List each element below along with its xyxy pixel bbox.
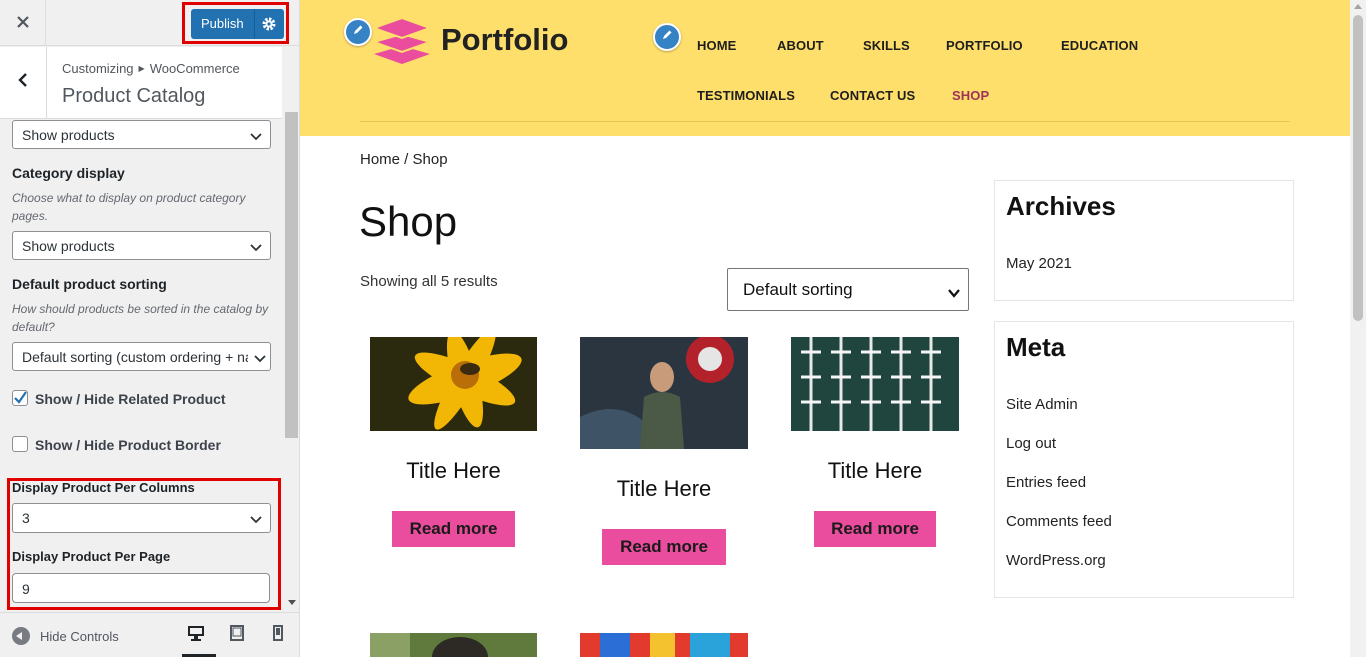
mobile-icon [273, 624, 283, 646]
category-display-label: Category display [12, 165, 125, 181]
desktop-preview-button[interactable] [182, 623, 210, 647]
breadcrumb: Customizing ▶ WooCommerce [62, 61, 240, 76]
section-header: Customizing ▶ WooCommerce Product Catalog [0, 47, 282, 119]
product-title[interactable]: Title Here [580, 476, 748, 502]
product-title[interactable]: Title Here [791, 458, 959, 484]
per-columns-page-highlight [7, 478, 281, 610]
site-header: Portfolio HOME ABOUT SKILLS PORTFOLIO ED… [300, 0, 1350, 136]
category-display-select[interactable]: Show products [12, 231, 271, 260]
scrollbar-thumb[interactable] [285, 112, 298, 438]
meta-link-site-admin[interactable]: Site Admin [1006, 396, 1078, 413]
page-title: Shop [359, 198, 458, 245]
nav-skills[interactable]: SKILLS [863, 38, 910, 53]
chevron-down-icon [250, 129, 262, 141]
product-card: Title Here Read more [370, 337, 537, 552]
pencil-icon [352, 23, 364, 41]
widget-title: Archives [1006, 191, 1116, 221]
related-product-checkbox[interactable] [12, 390, 28, 406]
chevron-down-icon [248, 351, 270, 363]
nav-contact[interactable]: CONTACT US [830, 88, 915, 103]
read-more-button[interactable]: Read more [814, 511, 936, 547]
chevron-down-icon [250, 240, 262, 252]
triangle-right-icon: ▶ [138, 64, 145, 73]
logo-icon[interactable] [370, 14, 434, 66]
tablet-icon [230, 624, 244, 646]
meta-link-wordpress[interactable]: WordPress.org [1006, 552, 1106, 569]
product-image[interactable] [370, 337, 537, 431]
category-display-description: Choose what to display on product catego… [12, 191, 246, 223]
widget-title: Meta [1006, 332, 1066, 362]
meta-link-entries-feed[interactable]: Entries feed [1006, 474, 1086, 491]
preview-scrollbar[interactable] [1350, 0, 1366, 657]
shop-breadcrumb[interactable]: Home / Shop [360, 151, 448, 168]
nav-home[interactable]: HOME [697, 38, 736, 53]
product-card [580, 633, 748, 657]
read-more-button[interactable]: Read more [392, 511, 515, 547]
nav-testimonials[interactable]: TESTIMONIALS [697, 88, 795, 103]
product-image[interactable] [370, 633, 537, 657]
edit-logo-shortcut[interactable] [344, 18, 372, 46]
nav-portfolio[interactable]: PORTFOLIO [946, 38, 1023, 53]
section-title: Product Catalog [62, 85, 206, 107]
scroll-up-icon[interactable] [1354, 4, 1362, 9]
collapse-icon [12, 627, 30, 645]
nav-about[interactable]: ABOUT [777, 38, 824, 53]
shop-page-display-select[interactable]: Show products [12, 120, 271, 149]
meta-link-log-out[interactable]: Log out [1006, 435, 1056, 452]
header-divider [360, 121, 1290, 122]
meta-link-comments-feed[interactable]: Comments feed [1006, 513, 1112, 530]
hide-controls-button[interactable]: Hide Controls [12, 627, 119, 645]
edit-menu-shortcut[interactable] [653, 23, 681, 51]
read-more-button[interactable]: Read more [602, 529, 726, 565]
product-border-label[interactable]: Show / Hide Product Border [35, 437, 221, 453]
product-image[interactable] [580, 337, 748, 449]
product-card [370, 633, 537, 657]
product-card: Title Here Read more [580, 337, 748, 570]
gear-icon[interactable] [259, 13, 279, 33]
close-icon [16, 12, 30, 35]
product-image[interactable] [791, 337, 959, 431]
mobile-preview-button[interactable] [264, 623, 292, 647]
product-title[interactable]: Title Here [370, 458, 537, 484]
tablet-preview-button[interactable] [223, 623, 251, 647]
scroll-down-icon[interactable] [288, 600, 296, 605]
nav-education[interactable]: EDUCATION [1061, 38, 1138, 53]
desktop-icon [187, 625, 205, 646]
publish-label: Publish [201, 16, 244, 31]
customizer-panel: Publish Customizing ▶ WooCommerce Product … [0, 0, 300, 657]
default-sorting-label: Default product sorting [12, 276, 167, 292]
panel-scrollbar[interactable] [284, 112, 299, 610]
chevron-down-icon [948, 284, 960, 298]
result-count: Showing all 5 results [360, 273, 498, 290]
pencil-icon [661, 28, 673, 46]
meta-widget: Meta Site Admin Log out Entries feed Com… [994, 321, 1294, 598]
archive-link[interactable]: May 2021 [1006, 255, 1072, 272]
default-sorting-select[interactable]: Default sorting (custom ordering + name) [12, 342, 271, 371]
default-sorting-description: How should products be sorted in the cat… [12, 302, 269, 334]
chevron-left-icon [17, 72, 29, 93]
related-product-label[interactable]: Show / Hide Related Product [35, 391, 226, 407]
site-title[interactable]: Portfolio [441, 22, 568, 58]
archives-widget: Archives May 2021 [994, 180, 1294, 301]
nav-shop[interactable]: SHOP [952, 88, 989, 103]
customizer-header: Publish [0, 0, 299, 46]
product-card: Title Here Read more [791, 337, 959, 552]
publish-button[interactable]: Publish [191, 9, 284, 39]
product-image[interactable] [580, 633, 748, 657]
product-border-checkbox[interactable] [12, 436, 28, 452]
scrollbar-thumb[interactable] [1353, 15, 1363, 321]
site-preview: Portfolio HOME ABOUT SKILLS PORTFOLIO ED… [300, 0, 1366, 657]
sorting-select[interactable]: Default sorting [727, 268, 969, 311]
close-button[interactable] [0, 0, 46, 46]
customizer-footer: Hide Controls [0, 612, 299, 657]
back-button[interactable] [0, 47, 47, 118]
